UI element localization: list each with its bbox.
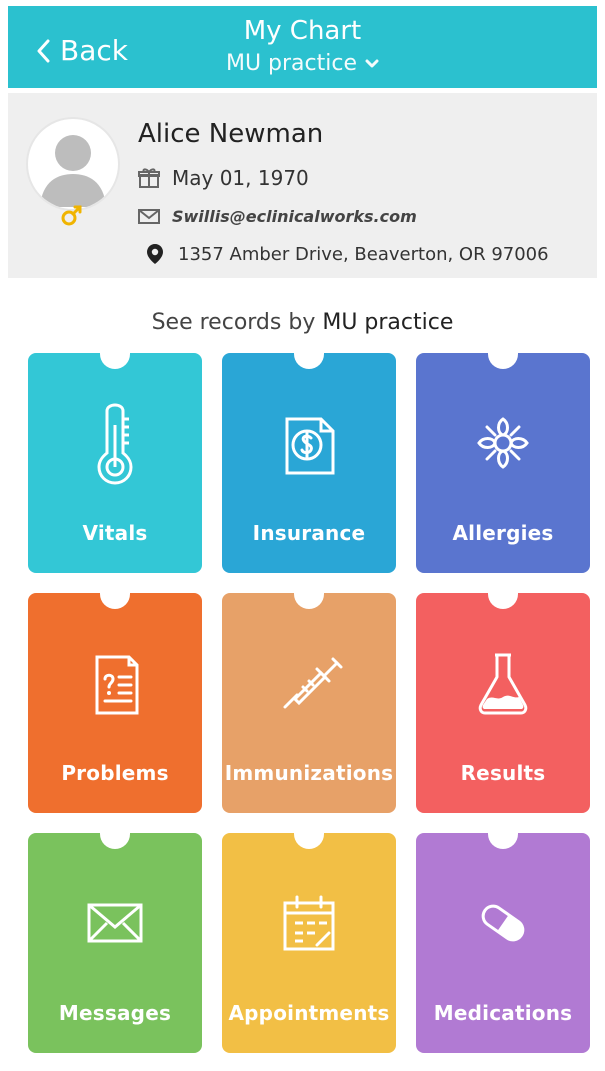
tile-vitals[interactable]: Vitals bbox=[28, 351, 202, 573]
tile-label: Medications bbox=[433, 1001, 573, 1025]
problem-document-icon bbox=[95, 655, 139, 715]
header-title-area: My Chart MU practice bbox=[8, 16, 597, 78]
tile-label: Insurance bbox=[252, 521, 366, 545]
gift-icon bbox=[138, 168, 160, 188]
tile-notch bbox=[100, 591, 130, 609]
tile-appointments[interactable]: Appointments bbox=[222, 831, 396, 1053]
tile-label: Allergies bbox=[452, 521, 554, 545]
address-row: 1357 Amber Drive, Beaverton, OR 97006 bbox=[142, 241, 549, 267]
tile-results[interactable]: Results bbox=[416, 591, 590, 813]
tile-notch bbox=[100, 831, 130, 849]
tile-label: Immunizations bbox=[224, 761, 394, 785]
dob-row: May 01, 1970 bbox=[136, 165, 309, 191]
top-app-bar: Back My Chart MU practice bbox=[8, 6, 597, 88]
flask-icon bbox=[478, 653, 528, 715]
thermometer-icon bbox=[97, 403, 133, 485]
tile-notch bbox=[294, 831, 324, 849]
tile-allergies[interactable]: Allergies bbox=[416, 351, 590, 573]
tile-notch bbox=[294, 351, 324, 369]
tile-problems[interactable]: Problems bbox=[28, 591, 202, 813]
calendar-icon bbox=[283, 895, 335, 951]
patient-profile-card: Alice Newman May 01, 1970 Swillis@eclini… bbox=[8, 93, 597, 278]
records-grid: Vitals Insurance Allergies Problems Immu… bbox=[28, 351, 590, 1058]
tile-notch bbox=[100, 351, 130, 369]
tile-label: Vitals bbox=[82, 521, 148, 545]
records-title-prefix: See records by bbox=[151, 310, 316, 335]
tile-medications[interactable]: Medications bbox=[416, 831, 590, 1053]
tile-label: Problems bbox=[61, 761, 169, 785]
date-of-birth: May 01, 1970 bbox=[172, 166, 309, 190]
tile-notch bbox=[294, 591, 324, 609]
avatar bbox=[26, 117, 120, 211]
pill-icon bbox=[481, 904, 525, 942]
tile-notch bbox=[488, 591, 518, 609]
chevron-down-icon bbox=[365, 59, 379, 68]
mail-icon bbox=[138, 209, 160, 224]
insurance-document-icon bbox=[285, 417, 335, 475]
person-silhouette-icon bbox=[40, 135, 106, 207]
tile-insurance[interactable]: Insurance bbox=[222, 351, 396, 573]
address: 1357 Amber Drive, Beaverton, OR 97006 bbox=[178, 243, 549, 265]
tile-label: Appointments bbox=[228, 1001, 390, 1025]
syringe-icon bbox=[283, 657, 343, 709]
gender-icon bbox=[61, 205, 82, 226]
tile-label: Results bbox=[460, 761, 546, 785]
email-row: Swillis@eclinicalworks.com bbox=[136, 203, 417, 229]
location-pin-icon bbox=[147, 244, 163, 264]
flower-icon bbox=[477, 417, 529, 469]
patient-name: Alice Newman bbox=[138, 119, 324, 149]
records-section-title: See records by MU practice bbox=[0, 310, 605, 335]
practice-dropdown-label: MU practice bbox=[225, 51, 358, 76]
tile-label: Messages bbox=[58, 1001, 172, 1025]
tile-notch bbox=[488, 351, 518, 369]
tile-immunizations[interactable]: Immunizations bbox=[222, 591, 396, 813]
practice-dropdown[interactable]: MU practice bbox=[226, 50, 379, 78]
tile-messages[interactable]: Messages bbox=[28, 831, 202, 1053]
email-address: Swillis@eclinicalworks.com bbox=[172, 206, 417, 226]
tile-notch bbox=[488, 831, 518, 849]
envelope-icon bbox=[87, 903, 143, 943]
records-title-practice: MU practice bbox=[322, 310, 454, 335]
page-title: My Chart bbox=[243, 16, 362, 46]
